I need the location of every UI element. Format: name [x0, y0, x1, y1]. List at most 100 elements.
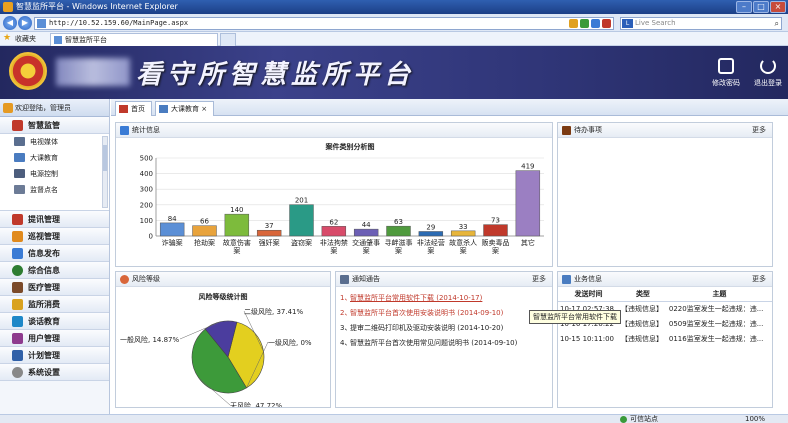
sidebar-section-label: 信息发布: [28, 249, 60, 258]
search-input[interactable]: L Live Search ⌕: [620, 17, 782, 30]
security-zone[interactable]: 可信站点: [620, 415, 658, 423]
sidebar-item-rollcall[interactable]: 监督点名: [0, 182, 109, 198]
briefcase-icon: [562, 126, 571, 135]
address-bar: ◀ ▶ http://10.52.159.60/MainPage.aspx L …: [0, 14, 788, 32]
tab-close-icon[interactable]: ×: [201, 105, 207, 113]
bar: [224, 213, 250, 237]
browser-tab-title: 智慧监所平台: [65, 36, 107, 44]
notice-icon: [340, 275, 349, 284]
refresh-icon[interactable]: [591, 19, 600, 28]
notice-panel: 通知通告 更多 1、 智慧监所平台常用软件下载 (2014-10-17) 2、 智慧…: [335, 271, 553, 408]
sidebar-item-medical[interactable]: 医疗管理: [0, 279, 109, 296]
bar: [418, 231, 444, 237]
sidebar-item-publish[interactable]: 信息发布: [0, 245, 109, 262]
cell-subject: 0116监室发生一起违规：违...: [668, 334, 764, 343]
pie-chart-icon: [120, 275, 129, 284]
sidebar-item-info[interactable]: 综合信息: [0, 262, 109, 279]
browser-tab[interactable]: 智慧监所平台: [50, 33, 218, 46]
forward-icon[interactable]: ▶: [18, 16, 32, 30]
sidebar-item-label: 电源控制: [30, 170, 58, 178]
zone-label: 可信站点: [630, 415, 658, 423]
gear-icon: [12, 367, 23, 378]
x-tick-label: 其它: [521, 238, 535, 247]
data-label: 37: [265, 222, 274, 230]
medical-icon: [12, 282, 23, 293]
address-tools: [569, 19, 611, 28]
new-tab-button[interactable]: [220, 33, 236, 46]
sidebar-section-label: 谈话教育: [28, 317, 60, 326]
x-tick-label: 盗窃案: [291, 238, 312, 247]
sidebar-item-education[interactable]: 大课教育: [0, 150, 109, 166]
tv-icon: [14, 137, 25, 146]
go-icon[interactable]: [580, 19, 589, 28]
consume-icon: [12, 299, 23, 310]
bar: [159, 222, 185, 237]
notice-panel-title: 通知通告: [352, 275, 380, 283]
back-icon[interactable]: ◀: [3, 16, 17, 30]
sidebar-section-label: 智慧监管: [28, 121, 60, 130]
notice-item[interactable]: 4、 智慧监所平台首次使用常见问题说明书 (2014-09-10): [336, 336, 552, 351]
bar-chart-icon: [120, 126, 129, 135]
sidebar-item-patrol[interactable]: 巡视管理: [0, 228, 109, 245]
todo-panel: 待办事项 更多: [557, 122, 773, 267]
bar: [289, 204, 314, 237]
url-field[interactable]: http://10.52.159.60/MainPage.aspx: [34, 17, 614, 30]
todo-more-link[interactable]: 更多: [752, 123, 766, 138]
tab-label: 首页: [131, 105, 145, 113]
notice-num: 4、: [340, 339, 352, 347]
notice-num: 1、: [340, 294, 352, 302]
sidebar-item-settings[interactable]: 系统设置: [0, 364, 109, 381]
sidebar-item-users[interactable]: 用户管理: [0, 330, 109, 347]
slice-label: 一般风险, 14.87%: [120, 335, 179, 344]
x-tick-label: 抢劫案: [194, 238, 215, 247]
stats-panel: 统计信息 案件类别分析图 0 100 200 300 400 500 84 诈骗案 66 抢劫案 14…: [115, 122, 553, 267]
sidebar-item-label: 大课教育: [30, 154, 58, 162]
sidebar-submenu: 电视媒体 大课教育 电源控制 监督点名: [0, 134, 109, 211]
tab-page-icon: [54, 36, 62, 44]
risk-panel: 风险等级 风险等级统计图 二级风险, 37.41% 一级风险, 0% 无风险, 47.…: [115, 271, 331, 410]
sidebar-section-label: 提讯管理: [28, 215, 60, 224]
main-content: 首页 大课教育 × 统计信息 案件类别分析图 0 100 200 300 400 500 84…: [111, 99, 788, 414]
notice-more-link[interactable]: 更多: [532, 272, 546, 287]
zoom-level[interactable]: 100%: [745, 415, 765, 423]
notice-item[interactable]: 3、 提审二维码打印机及驱动安装说明 (2014-10-20): [336, 321, 552, 336]
favorites-label[interactable]: 收藏夹: [15, 34, 36, 44]
business-more-link[interactable]: 更多: [752, 272, 766, 287]
compat-icon[interactable]: [569, 19, 578, 28]
search-icon[interactable]: ⌕: [775, 19, 779, 28]
sidebar-item-power[interactable]: 电源控制: [0, 166, 109, 182]
close-window-button[interactable]: ×: [770, 1, 786, 13]
submenu-scrollbar[interactable]: [102, 136, 108, 208]
y-tick-label: 500: [140, 155, 153, 163]
sidebar-section-label: 巡视管理: [28, 232, 60, 241]
supervision-icon: [12, 120, 23, 131]
favorites-star-icon[interactable]: ★: [3, 33, 11, 43]
status-bar: 可信站点 100%: [0, 414, 788, 423]
column-header: 类型: [618, 287, 667, 302]
cell-type: 【违规信息】: [620, 334, 663, 343]
sidebar-item-plan[interactable]: 计划管理: [0, 347, 109, 364]
minimize-button[interactable]: –: [736, 1, 752, 13]
sidebar-item-tv[interactable]: 电视媒体: [0, 134, 109, 150]
bar: [386, 225, 411, 237]
logout-button[interactable]: 退出登录: [748, 58, 788, 88]
interrogation-icon: [12, 214, 23, 225]
stats-panel-header: 统计信息: [116, 123, 552, 138]
maximize-button[interactable]: □: [753, 1, 769, 13]
column-header: 主题: [666, 287, 772, 302]
table-row[interactable]: 10-15 10:11:00 【违规信息】 0116监室发生一起违规：违...: [558, 331, 772, 346]
sidebar-section-active[interactable]: 智慧监管: [0, 117, 109, 134]
data-label: 62: [329, 218, 338, 226]
change-password-button[interactable]: 修改密码: [706, 58, 746, 88]
tab-home[interactable]: 首页: [115, 101, 152, 116]
sidebar-item-talk[interactable]: 谈话教育: [0, 313, 109, 330]
tab-education[interactable]: 大课教育 ×: [155, 101, 215, 116]
stop-icon[interactable]: [602, 19, 611, 28]
notice-item[interactable]: 1、 智慧监所平台常用软件下载 (2014-10-17): [336, 291, 552, 306]
sidebar-item-interrogation[interactable]: 提讯管理: [0, 211, 109, 228]
notice-item[interactable]: 2、 智慧监所平台首次使用安装说明书 (2014-09-10): [336, 306, 552, 321]
sidebar-item-consume[interactable]: 监所消费: [0, 296, 109, 313]
risk-panel-title: 风险等级: [132, 275, 160, 283]
window-titlebar: 智慧监所平台 - Windows Internet Explorer – □ ×: [0, 0, 788, 14]
chart-title: 风险等级统计图: [199, 292, 248, 301]
